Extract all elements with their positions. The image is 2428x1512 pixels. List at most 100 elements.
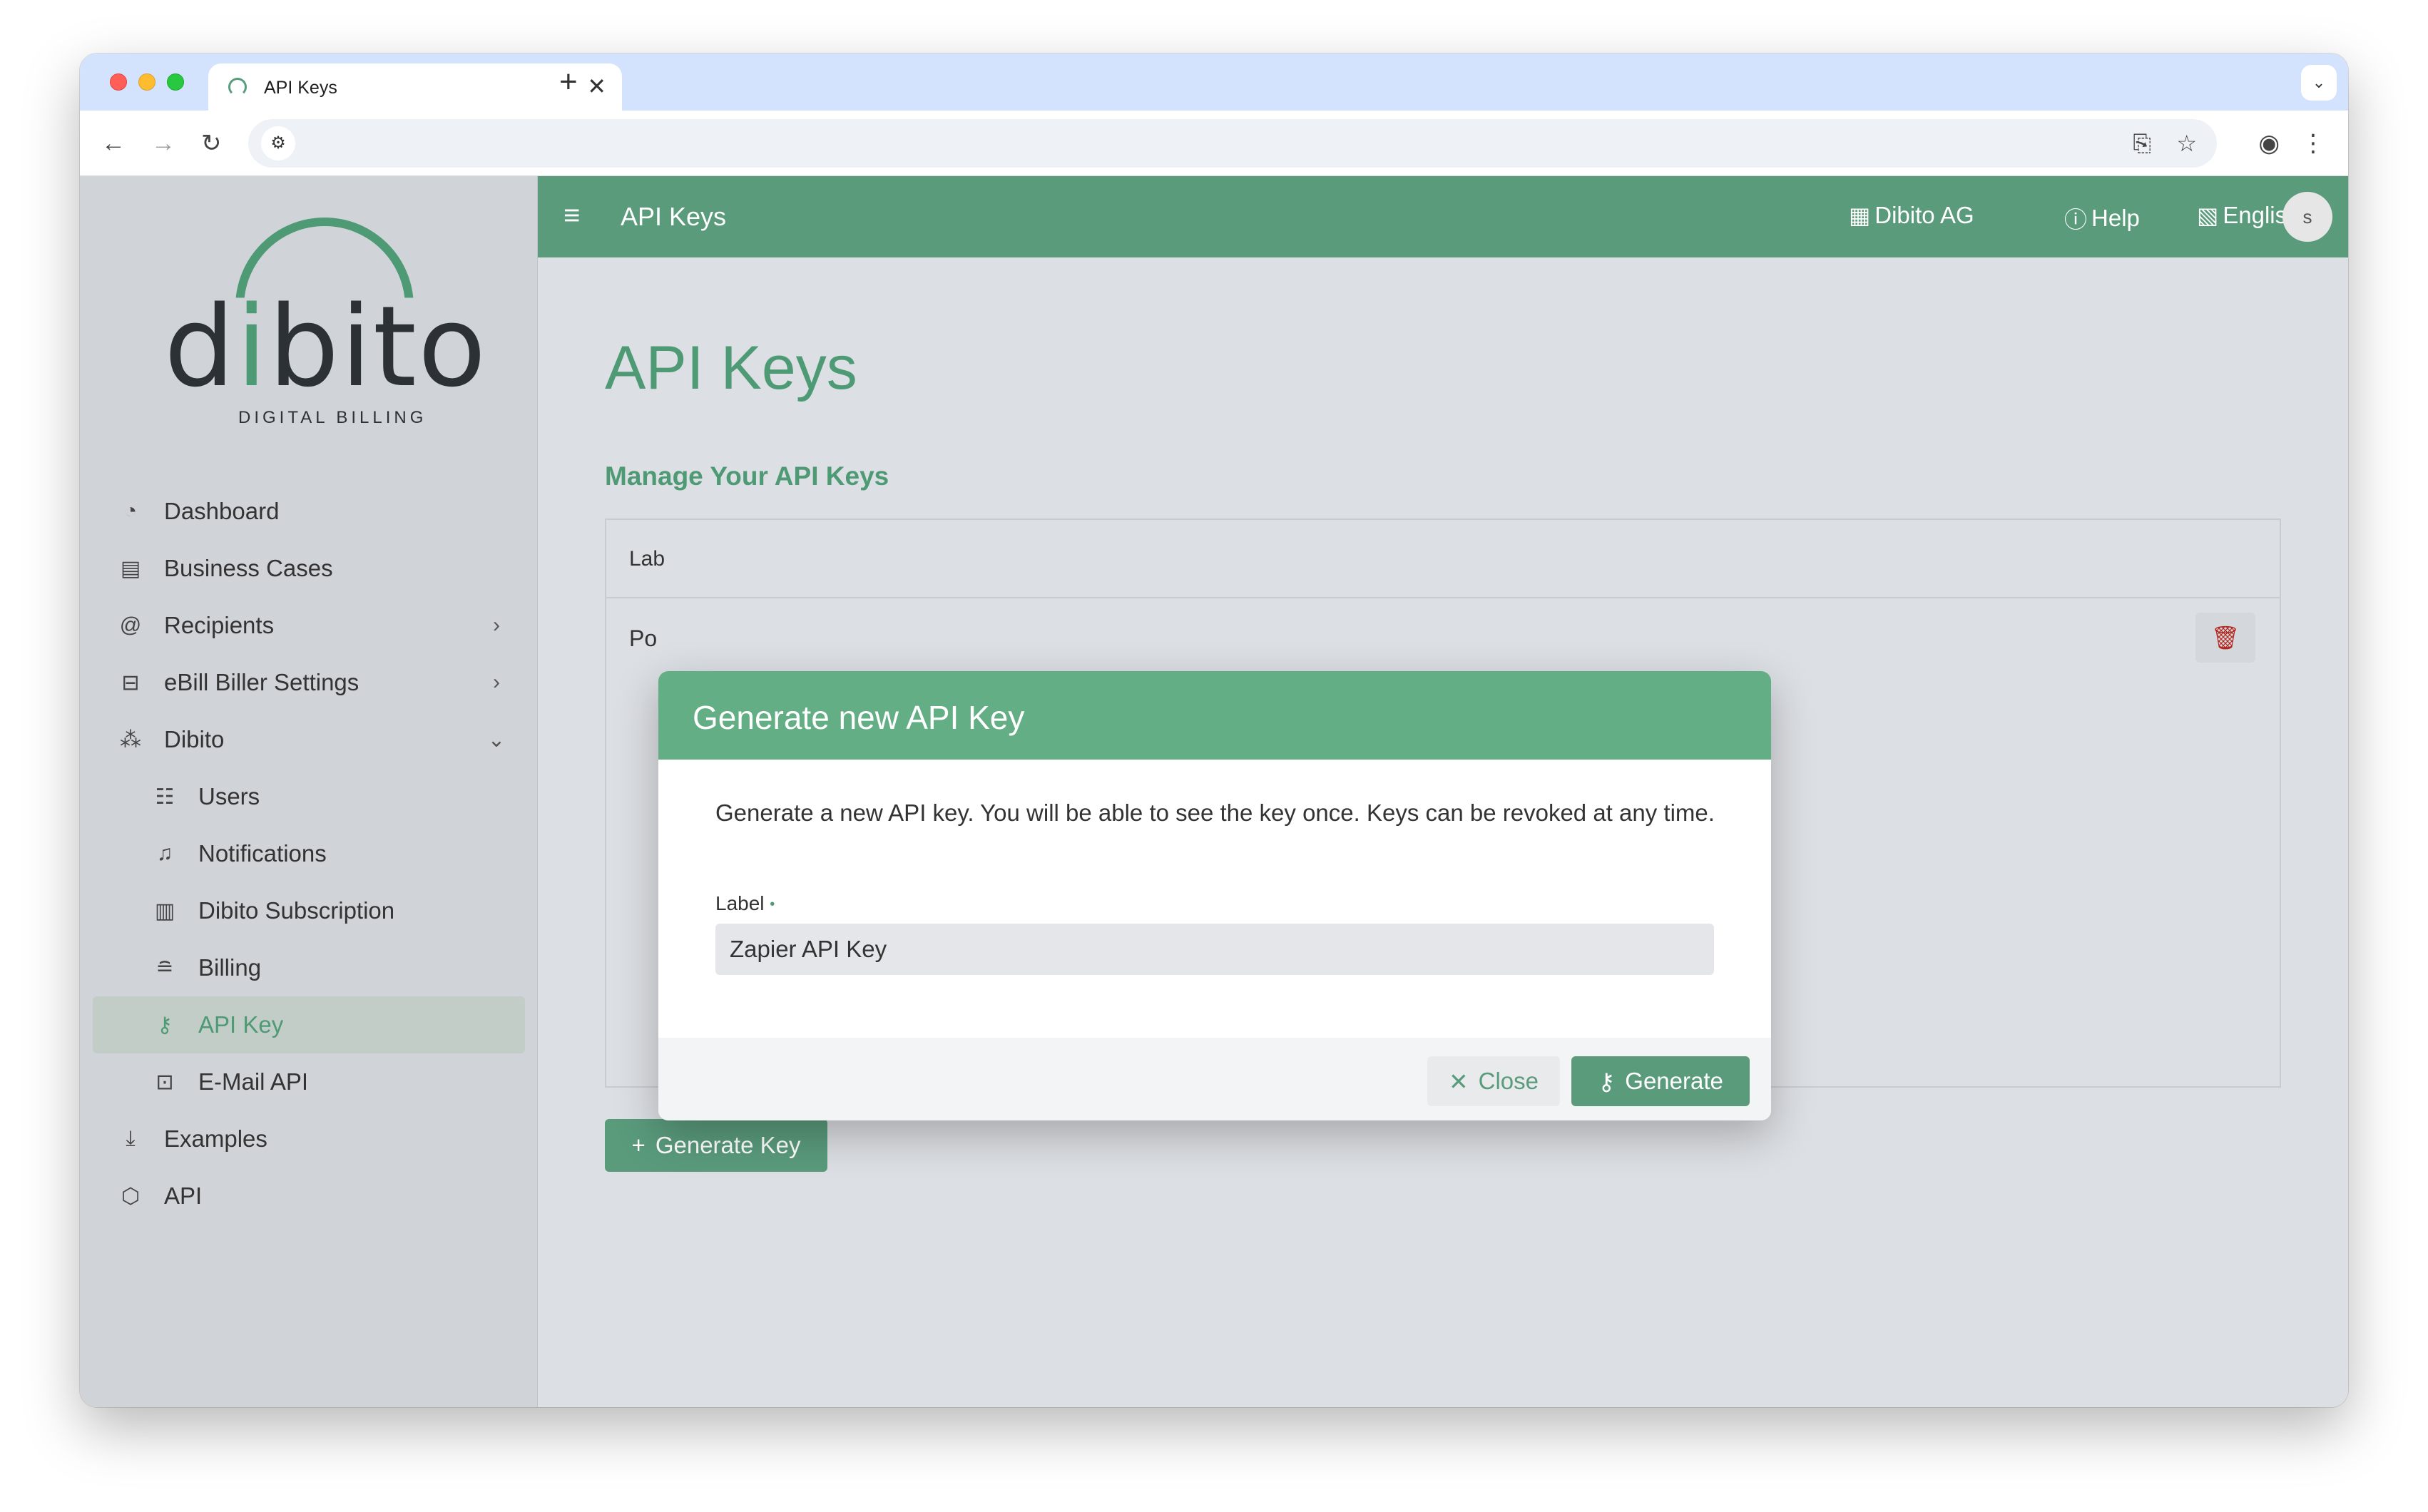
dialog-title: Generate new API Key: [693, 699, 1025, 736]
sidebar-item-notifications[interactable]: ♫ Notifications: [93, 825, 525, 882]
minimize-window-button[interactable]: [138, 73, 155, 91]
close-icon: ✕: [1448, 1068, 1469, 1095]
coins-icon: ≘: [155, 956, 174, 980]
close-label: Close: [1478, 1068, 1539, 1094]
label-field-label: Label •: [715, 892, 775, 914]
browser-window: API Keys ✕ + ⌄ ← → ↻ ⚙ ⎘ ☆ ◉ ⋮ dibito DI…: [80, 53, 2348, 1407]
app: dibito DIGITAL BILLING ◔ Dashboard ▤ Bus…: [80, 176, 2348, 1407]
topbar-title: API Keys: [621, 202, 727, 231]
close-window-button[interactable]: [110, 73, 127, 91]
tab-title: API Keys: [264, 78, 337, 98]
table-header: Lab: [606, 520, 2280, 598]
logo-subtitle: DIGITAL BILLING: [238, 408, 427, 427]
address-bar[interactable]: ⚙ ⎘ ☆: [248, 119, 2217, 168]
reload-button[interactable]: ↻: [201, 126, 222, 160]
sidebar-item-label: eBill Biller Settings: [164, 669, 359, 695]
at-icon: @: [119, 613, 142, 637]
tab-strip: API Keys ✕ + ⌄: [80, 53, 2348, 111]
dialog-header: Generate new API Key: [658, 671, 1771, 760]
receipt-icon: ▥: [154, 899, 175, 923]
sidebar-item-api[interactable]: ⬡ API: [93, 1168, 525, 1225]
sidebar-item-dibito-subscription[interactable]: ▥ Dibito Subscription: [93, 882, 525, 939]
more-menu-icon[interactable]: ⋮: [2301, 126, 2325, 160]
sidebar-item-label: Notifications: [198, 840, 327, 867]
sidebar-item-billing[interactable]: ≘ Billing: [93, 939, 525, 996]
sidebar-item-dibito[interactable]: ⁂ Dibito ⌄: [93, 711, 525, 768]
sidebar-item-label: Users: [198, 783, 260, 809]
sidebar: dibito DIGITAL BILLING ◔ Dashboard ▤ Bus…: [80, 176, 538, 1407]
briefcase-icon: ⊟: [121, 670, 140, 695]
generate-key-label: Generate Key: [655, 1132, 801, 1158]
dialog-footer: ✕ Close ⚷ Generate: [658, 1038, 1771, 1120]
tab-close-icon[interactable]: ✕: [587, 73, 606, 99]
sidebar-item-ebill-biller-settings[interactable]: ⊟ eBill Biller Settings ›: [93, 654, 525, 711]
dialog-description: Generate a new API key. You will be able…: [715, 800, 1715, 826]
delete-key-button[interactable]: 🗑: [2195, 613, 2255, 663]
profile-icon[interactable]: ◉: [2258, 126, 2280, 160]
page-title: API Keys: [605, 334, 857, 402]
building-icon: ▦: [1849, 203, 1871, 228]
sidebar-nav: ◔ Dashboard ▤ Business Cases @ Recipient…: [93, 483, 525, 1225]
column-header-label: Lab: [629, 547, 665, 571]
bookmark-star-icon[interactable]: ☆: [2176, 128, 2197, 159]
generate-button[interactable]: ⚷ Generate: [1571, 1056, 1750, 1106]
generate-label: Generate: [1625, 1068, 1723, 1094]
translate-icon: ▧: [2197, 203, 2219, 228]
browser-toolbar: ← → ↻ ⚙ ⎘ ☆ ◉ ⋮: [80, 111, 2348, 176]
install-app-icon[interactable]: ⎘: [2133, 128, 2151, 159]
help-icon: ⓘ: [2064, 207, 2088, 233]
favicon-icon: [228, 78, 247, 96]
sidebar-item-label: Business Cases: [164, 555, 333, 581]
sidebar-item-business-cases[interactable]: ▤ Business Cases: [93, 540, 525, 597]
sidebar-item-label: Recipients: [164, 612, 275, 638]
sidebar-item-examples[interactable]: ⤓ Examples: [93, 1110, 525, 1168]
dashboard-icon: ◔: [123, 499, 138, 523]
sidebar-item-label: Dashboard: [164, 498, 280, 524]
avatar[interactable]: s: [2282, 192, 2332, 242]
sidebar-item-label: Examples: [164, 1125, 267, 1152]
sidebar-item-dashboard[interactable]: ◔ Dashboard: [93, 483, 525, 540]
help-link[interactable]: ⓘ Help: [2064, 202, 2140, 235]
back-button[interactable]: ←: [101, 126, 126, 160]
label-input[interactable]: [715, 924, 1714, 975]
sidebar-item-email-api[interactable]: ⊡ E-Mail API: [93, 1053, 525, 1110]
forward-button[interactable]: →: [151, 126, 175, 160]
chevron-down-icon: ⌄: [487, 727, 506, 752]
file-download-icon: ⤓: [126, 1127, 136, 1150]
group-icon: ⁂: [120, 727, 141, 752]
sidebar-item-recipients[interactable]: @ Recipients ›: [93, 597, 525, 654]
plus-icon: +: [631, 1132, 646, 1158]
sidebar-item-label: API Key: [198, 1011, 284, 1038]
sidebar-item-label: API: [164, 1182, 203, 1209]
dibito-logo[interactable]: dibito DIGITAL BILLING: [80, 205, 538, 427]
top-bar: ≡ API Keys ▦ Dibito AG ⓘ Help ▧ English …: [538, 176, 2348, 257]
inbox-icon: ⊡: [155, 1070, 174, 1094]
api-icon: ⬡: [121, 1184, 141, 1208]
sidebar-item-api-key[interactable]: ⚷ API Key: [93, 996, 525, 1053]
bell-icon: ♫: [156, 842, 173, 865]
key-icon: ⚷: [157, 1013, 173, 1037]
chevron-right-icon: ›: [493, 670, 500, 694]
site-info-icon[interactable]: ⚙: [261, 126, 295, 160]
section-title: Manage Your API Keys: [605, 461, 889, 491]
chevron-right-icon: ›: [493, 613, 500, 637]
maximize-window-button[interactable]: [167, 73, 184, 91]
sidebar-item-users[interactable]: ☷ Users: [93, 768, 525, 825]
help-label: Help: [2091, 205, 2140, 231]
hamburger-menu-icon[interactable]: ≡: [563, 199, 580, 232]
new-tab-button[interactable]: +: [559, 62, 578, 102]
sidebar-item-label: Billing: [198, 954, 262, 981]
sidebar-item-label: Dibito: [164, 726, 225, 752]
users-icon: ☷: [155, 785, 175, 809]
generate-key-button[interactable]: + Generate Key: [605, 1119, 827, 1172]
sidebar-item-label: Dibito Subscription: [198, 897, 395, 924]
trash-icon: 🗑: [2210, 625, 2240, 650]
table-row-label: Po: [629, 625, 658, 651]
close-button[interactable]: ✕ Close: [1427, 1056, 1560, 1106]
document-icon: ▤: [120, 556, 141, 581]
company-switcher[interactable]: ▦ Dibito AG: [1849, 202, 1974, 229]
generate-api-key-dialog: Generate new API Key Generate a new API …: [658, 671, 1771, 1120]
sidebar-item-label: E-Mail API: [198, 1068, 309, 1095]
tab-search-button[interactable]: ⌄: [2301, 65, 2337, 101]
key-icon: ⚷: [1598, 1068, 1616, 1095]
